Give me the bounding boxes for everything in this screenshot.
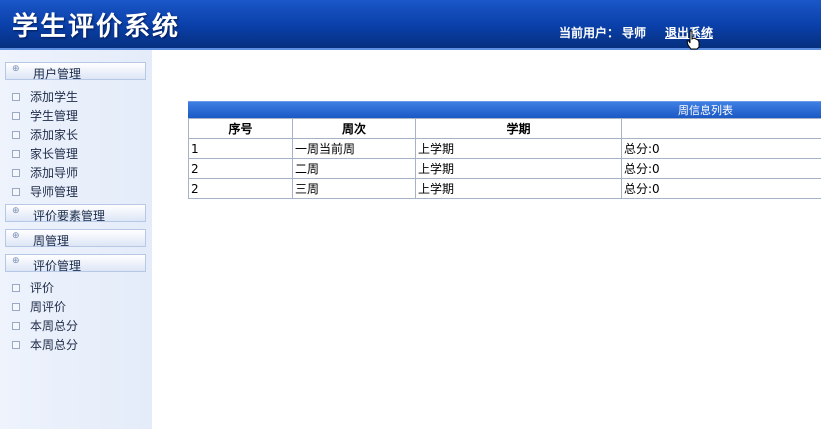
table-row[interactable]: 2 二周 上学期 总分:0 [188,158,821,179]
table-cell: 二周 [292,158,416,179]
sidebar-item-label: 添加学生 [30,90,79,104]
column-header-term: 学期 [415,118,622,139]
sidebar-item-label: 周评价 [30,300,67,314]
menu-bullet-icon [12,92,20,101]
sidebar-group-label: 用户管理 [33,67,82,81]
table-header-row: 序号 周次 学期 [188,118,821,139]
table-cell: 上学期 [415,178,622,199]
sidebar-item-weekly-evaluation[interactable]: 周评价 [12,298,66,314]
current-user-name: 导师 [622,26,647,40]
table-caption: 周信息列表 [188,101,821,118]
sidebar-item-label: 本周总分 [30,319,79,333]
sidebar-item-label: 学生管理 [30,109,79,123]
table-cell: 2 [188,178,293,199]
column-header-score [621,118,821,139]
table-cell: 2 [188,158,293,179]
menu-bullet-icon [12,168,20,177]
table-cell: 三周 [292,178,416,199]
week-info-table: 序号 周次 学期 1 一周当前周 上学期 总分:0 2 二周 上学期 总分:0 … [188,118,821,199]
menu-bullet-icon [12,302,20,311]
menu-bullet-icon [12,283,20,292]
sidebar-item-label: 添加导师 [30,166,79,180]
menu-bullet-icon [12,111,20,120]
sidebar-item-label: 家长管理 [30,147,79,161]
current-user-label: 当前用户： [559,26,620,40]
sidebar-item-label: 评价 [30,281,55,295]
sidebar-group-label: 评价要素管理 [33,209,106,223]
table-cell: 总分:0 [621,138,821,159]
menu-bullet-icon [12,130,20,139]
app-title: 学生评价系统 [12,12,181,42]
sidebar-group-evaluation-management[interactable]: ⊕ 评价管理 [5,254,146,273]
table-cell: 上学期 [415,158,622,179]
sidebar-item-tutor-management[interactable]: 导师管理 [12,183,78,199]
hand-pointer-icon [686,30,700,50]
sidebar-group-label: 周管理 [33,234,70,248]
sidebar-item-add-student[interactable]: 添加学生 [12,88,78,104]
sidebar-group-label: 评价管理 [33,259,82,273]
week-info-panel: 周信息列表 序号 周次 学期 1 一周当前周 上学期 总分:0 2 二周 上学期 [188,101,821,199]
table-cell: 总分:0 [621,158,821,179]
sidebar-item-add-tutor[interactable]: 添加导师 [12,164,78,180]
table-cell: 一周当前周 [292,138,416,159]
column-header-week: 周次 [292,118,416,139]
expand-icon: ⊕ [12,206,20,216]
sidebar-item-label: 导师管理 [30,185,79,199]
menu-bullet-icon [12,187,20,196]
menu-bullet-icon [12,321,20,330]
top-header: 学生评价系统 当前用户： 导师 退出系统 [0,0,821,50]
sidebar-group-week-management[interactable]: ⊕ 周管理 [5,229,146,248]
sidebar-group-user-management[interactable]: ⊕ 用户管理 [5,62,146,81]
sidebar-item-label: 本周总分 [30,338,79,352]
table-cell: 上学期 [415,138,622,159]
sidebar-item-week-total-score-2[interactable]: 本周总分 [12,336,78,352]
table-cell: 1 [188,138,293,159]
menu-bullet-icon [12,340,20,349]
sidebar-group-evaluation-elements[interactable]: ⊕ 评价要素管理 [5,204,146,223]
expand-icon: ⊕ [12,256,20,266]
sidebar-item-parent-management[interactable]: 家长管理 [12,145,78,161]
column-header-index: 序号 [188,118,293,139]
sidebar: ⊕ 用户管理 添加学生 学生管理 添加家长 家长管理 添加导师 导师管理 ⊕ 评… [0,50,152,429]
table-row[interactable]: 2 三周 上学期 总分:0 [188,178,821,199]
menu-bullet-icon [12,149,20,158]
table-row[interactable]: 1 一周当前周 上学期 总分:0 [188,138,821,159]
sidebar-item-label: 添加家长 [30,128,79,142]
sidebar-item-week-total-score[interactable]: 本周总分 [12,317,78,333]
table-cell: 总分:0 [621,178,821,199]
sidebar-item-add-parent[interactable]: 添加家长 [12,126,78,142]
expand-icon: ⊕ [12,64,20,74]
sidebar-item-evaluate[interactable]: 评价 [12,279,54,295]
sidebar-item-student-management[interactable]: 学生管理 [12,107,78,123]
expand-icon: ⊕ [12,231,20,241]
